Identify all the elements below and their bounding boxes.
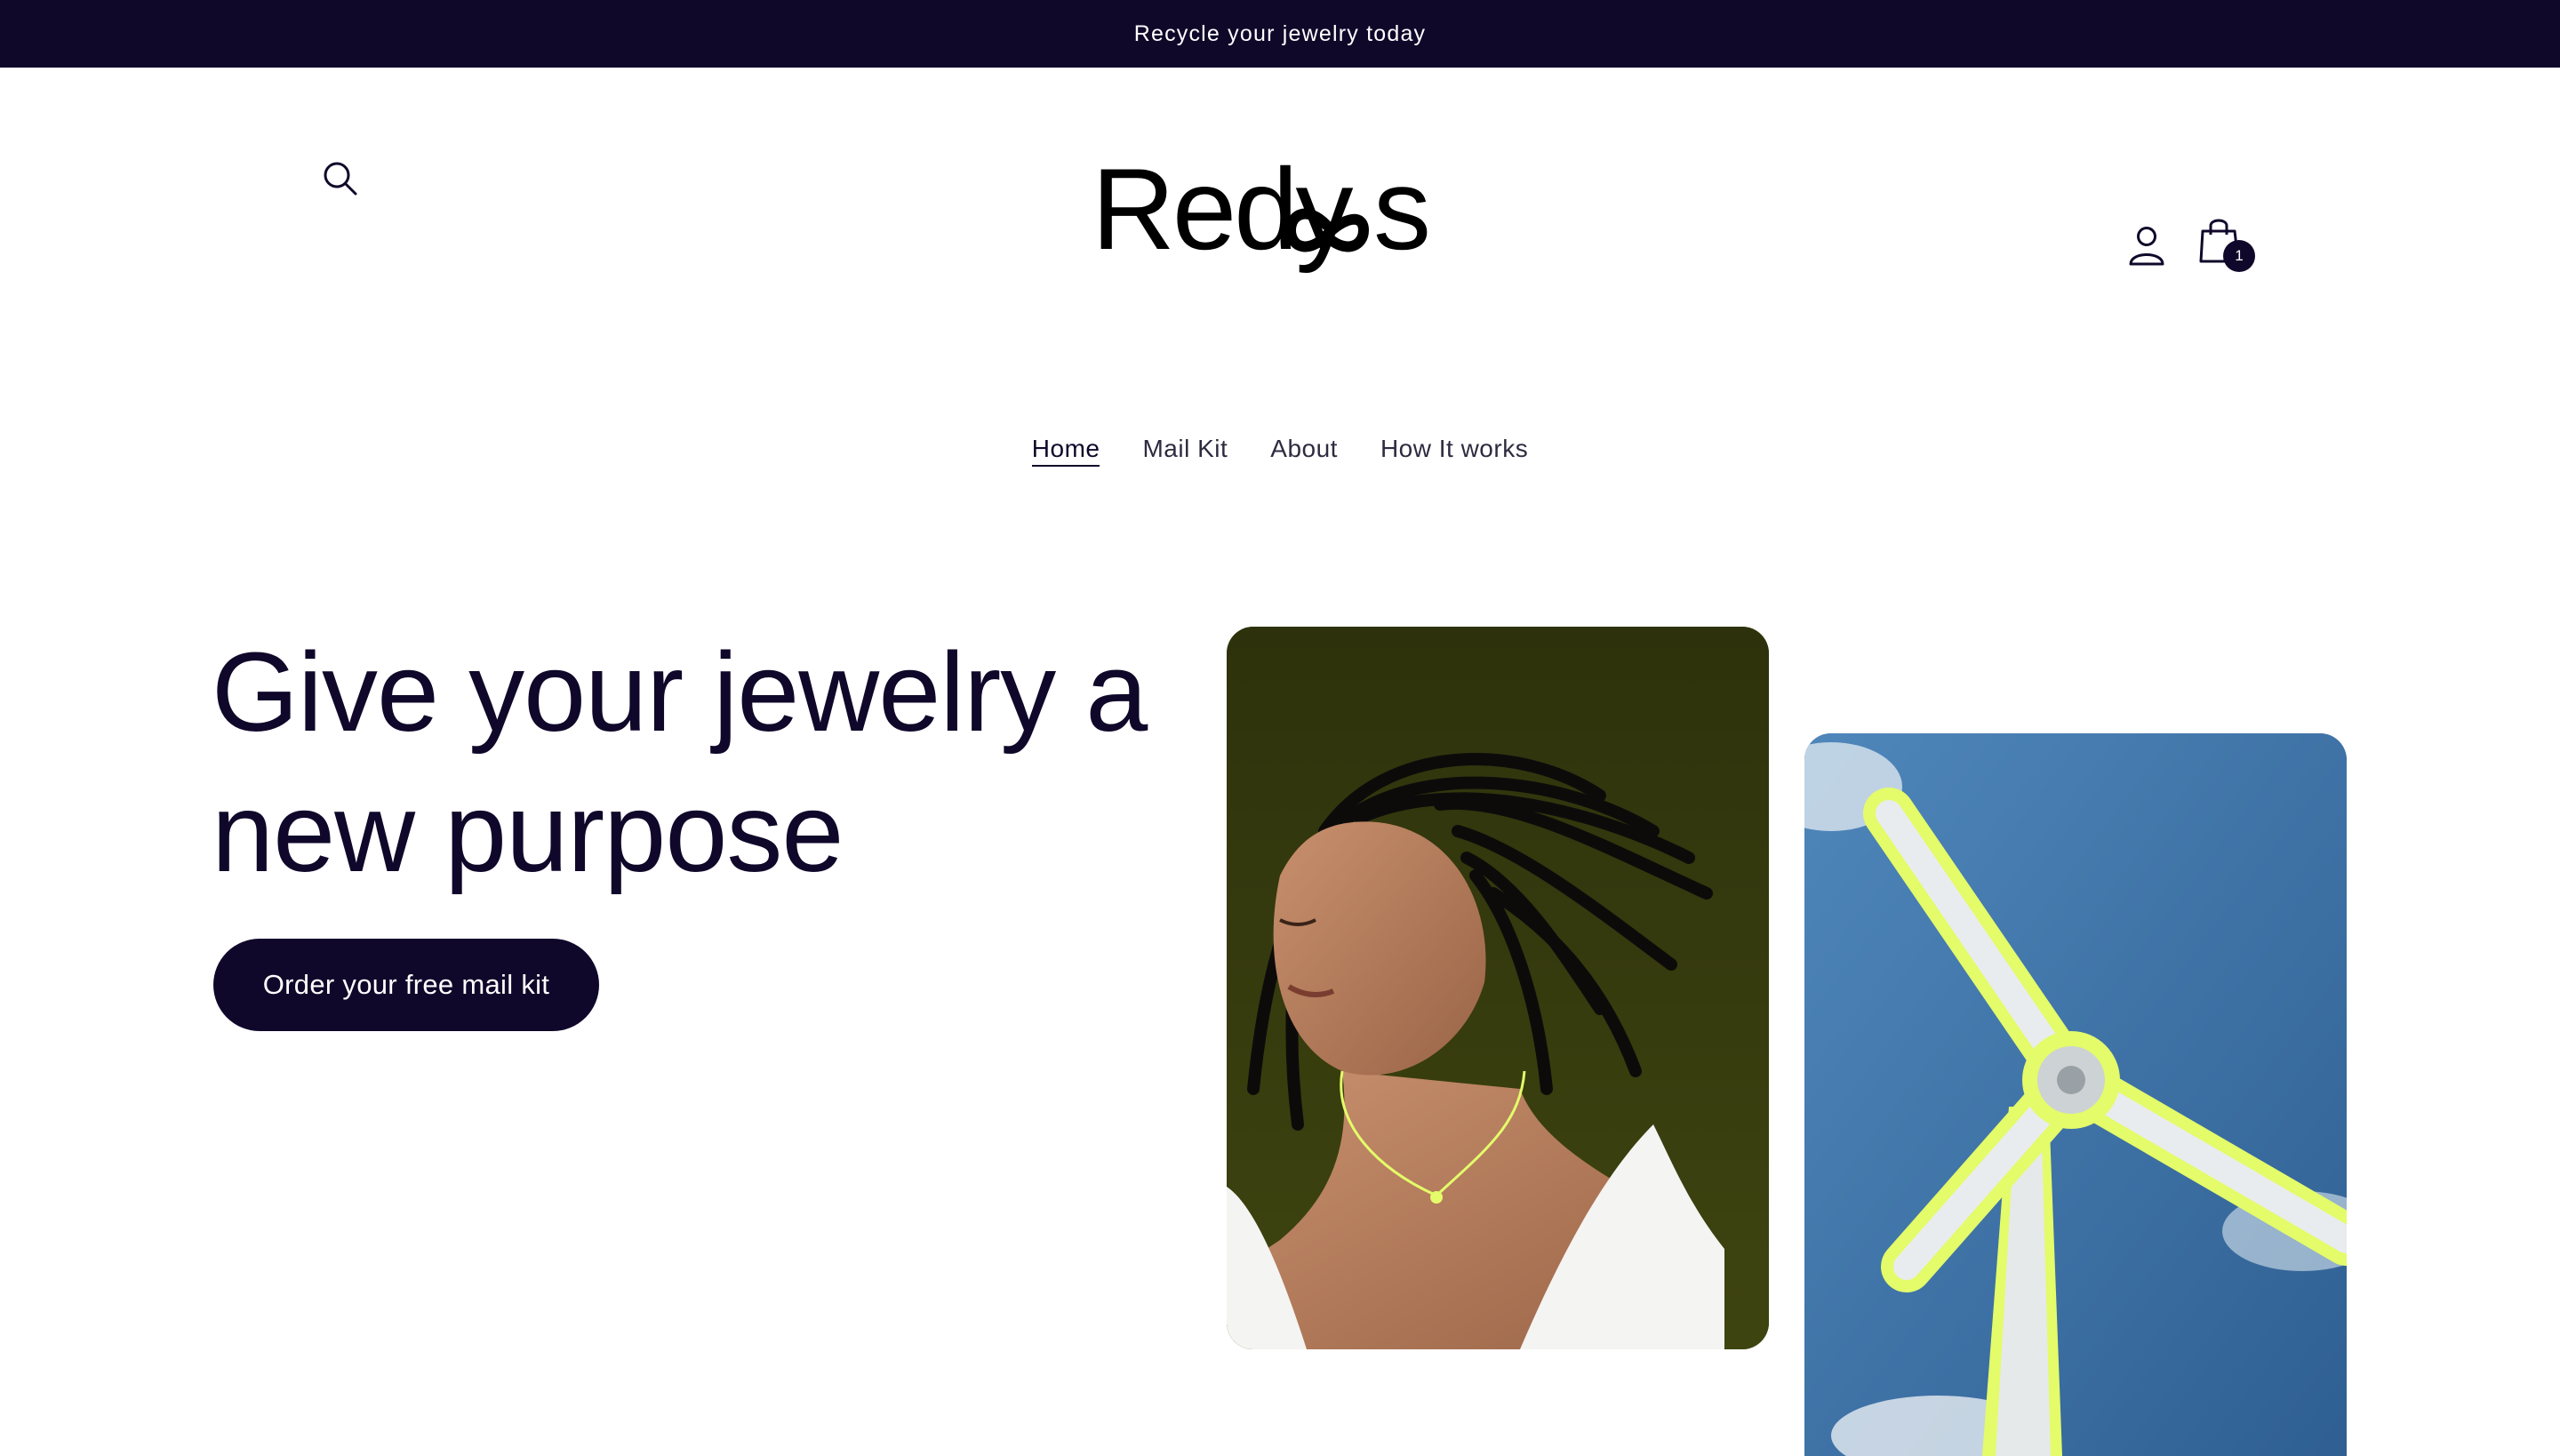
- nav-item-how-it-works[interactable]: How It works: [1380, 431, 1528, 467]
- site-logo[interactable]: Redy s: [1067, 144, 1476, 311]
- order-mail-kit-button[interactable]: Order your free mail kit: [213, 939, 599, 1031]
- user-icon: [2129, 227, 2164, 266]
- announcement-text: Recycle your jewelry today: [1133, 20, 1427, 46]
- search-button[interactable]: [318, 156, 363, 201]
- announcement-bar: Recycle your jewelry today: [0, 0, 2560, 68]
- account-button[interactable]: [2124, 222, 2169, 270]
- search-icon: [324, 162, 357, 196]
- hero-image-woman: [1227, 627, 1769, 1349]
- hero-title-line-1: Give your jewelry a: [212, 629, 1148, 755]
- hero-image-wind-turbine: [1804, 733, 2347, 1456]
- main-nav: Home Mail Kit About How It works: [0, 427, 2560, 471]
- hero-title: Give your jewelry a new purpose: [212, 622, 1189, 903]
- nav-item-about[interactable]: About: [1270, 431, 1338, 467]
- hero-title-line-2: new purpose: [212, 770, 844, 895]
- redycas-logo: Redy s: [1092, 144, 1431, 274]
- wind-turbine-illustration: [1804, 733, 2347, 1456]
- nav-item-mail-kit[interactable]: Mail Kit: [1142, 431, 1228, 467]
- page: Recycle your jewelry today Redy s 1 Home…: [0, 0, 2560, 1456]
- svg-text:s: s: [1373, 160, 1431, 274]
- nav-item-home[interactable]: Home: [1031, 431, 1100, 467]
- cart-count-badge: 1: [2223, 240, 2255, 272]
- woman-portrait-illustration: [1227, 627, 1769, 1349]
